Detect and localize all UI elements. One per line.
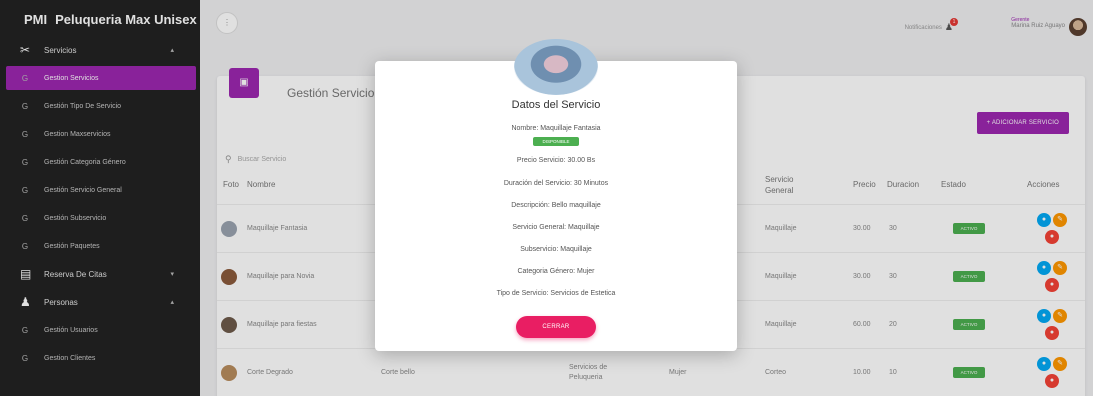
availability-badge: DISPONIBLE [533, 137, 579, 146]
modal-tipo: Tipo de Servicio: Servicios de Estetica [496, 290, 616, 297]
close-button[interactable]: CERRAR [516, 316, 596, 338]
service-image [514, 39, 598, 95]
modal-descripcion: Descripción: Bello maquillaje [511, 202, 601, 209]
modal-title: Datos del Servicio [511, 99, 601, 111]
modal-categoria: Categoria Género: Mujer [517, 268, 595, 275]
modal-servicio-general: Servicio General: Maquillaje [512, 224, 600, 231]
modal-subservicio: Subservicio: Maquillaje [520, 246, 592, 253]
modal-nombre: Nombre: Maquillaje Fantasia [511, 125, 601, 132]
modal-duracion: Duración del Servicio: 30 Minutos [503, 180, 609, 187]
service-details-modal: Datos del Servicio Nombre: Maquillaje Fa… [375, 39, 737, 351]
modal-precio: Precio Servicio: 30.00 Bs [516, 157, 596, 164]
